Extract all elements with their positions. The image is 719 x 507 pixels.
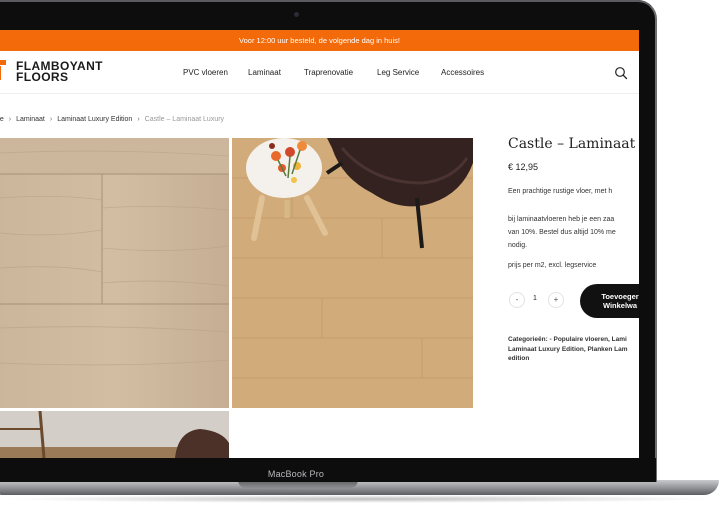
- product-waste-note-line1: bij laminaatvloeren heb je een zaa: [508, 216, 615, 223]
- product-description: Een prachtige rustige vloer, met h: [508, 188, 613, 195]
- stage: MacBook Pro Voor 12:00 uur besteld, de v…: [0, 0, 719, 507]
- product-waste-note-line3: nodig.: [508, 242, 528, 249]
- breadcrumb-separator: ›: [137, 116, 140, 123]
- logo-icon[interactable]: [0, 60, 6, 80]
- product-image-room[interactable]: [232, 138, 473, 408]
- add-to-cart-label-line1: Toevoeger: [601, 292, 639, 301]
- laptop-base: [0, 480, 719, 495]
- nav-item-leg-service[interactable]: Leg Service: [377, 68, 419, 77]
- device-label: MacBook Pro: [267, 469, 325, 479]
- product-price: € 12,95: [508, 162, 539, 172]
- search-icon[interactable]: [614, 66, 628, 80]
- categories-line2[interactable]: Laminaat Luxury Edition, Planken Lam: [508, 345, 628, 355]
- product-image-interior[interactable]: [0, 411, 229, 458]
- quantity-increment-button[interactable]: +: [548, 292, 564, 308]
- camera-icon: [294, 12, 299, 17]
- quantity-decrement-button[interactable]: -: [509, 292, 525, 308]
- add-to-cart-button[interactable]: Toevoeger Winkelwa: [580, 284, 639, 318]
- product-categories: Categorieën: - Populaire vloeren, Lami L…: [508, 335, 628, 364]
- product-title: Castle – Laminaat Lu: [508, 136, 639, 152]
- product-image-planks[interactable]: [0, 138, 229, 408]
- breadcrumb-separator: ›: [49, 116, 53, 123]
- laptop-shadow: [0, 495, 719, 503]
- product-waste-note: bij laminaatvloeren heb je een zaa van 1…: [508, 213, 616, 252]
- breadcrumb: me › Laminaat › Laminaat Luxury Edition › Cast…: [0, 116, 224, 123]
- breadcrumb-laminaat[interactable]: Laminaat: [16, 116, 45, 123]
- promo-bar: Voor 12:00 uur besteld, de volgende dag …: [0, 30, 639, 51]
- nav-item-pvc-vloeren[interactable]: PVC vloeren: [183, 68, 228, 77]
- breadcrumb-home[interactable]: me: [0, 116, 4, 123]
- nav-item-traprenovatie[interactable]: Traprenovatie: [304, 68, 353, 77]
- logo-line2: FLOORS: [16, 70, 69, 84]
- categories-line3[interactable]: edition: [508, 354, 628, 364]
- nav-item-accessoires[interactable]: Accessoires: [441, 68, 484, 77]
- screen: Voor 12:00 uur besteld, de volgende dag …: [0, 30, 639, 458]
- quantity-input[interactable]: 1: [533, 295, 537, 302]
- breadcrumb-current: Castle – Laminaat Luxury: [144, 116, 225, 123]
- product-price-note: prijs per m2, excl. legservice: [508, 262, 597, 269]
- breadcrumb-separator: ›: [8, 116, 12, 123]
- categories-line1[interactable]: Categorieën: - Populaire vloeren, Lami: [508, 335, 628, 345]
- add-to-cart-label-line2: Winkelwa: [602, 301, 638, 310]
- nav-item-laminaat[interactable]: Laminaat: [248, 68, 281, 77]
- breadcrumb-luxury-edition[interactable]: Laminaat Luxury Edition: [57, 116, 132, 123]
- logo[interactable]: FLAMBOYANT FLOORS: [16, 60, 103, 84]
- product-waste-note-line2: van 10%. Bestel dus altijd 10% me: [508, 229, 616, 236]
- site-header: FLAMBOYANT FLOORS PVC vloeren Laminaat T…: [0, 51, 639, 94]
